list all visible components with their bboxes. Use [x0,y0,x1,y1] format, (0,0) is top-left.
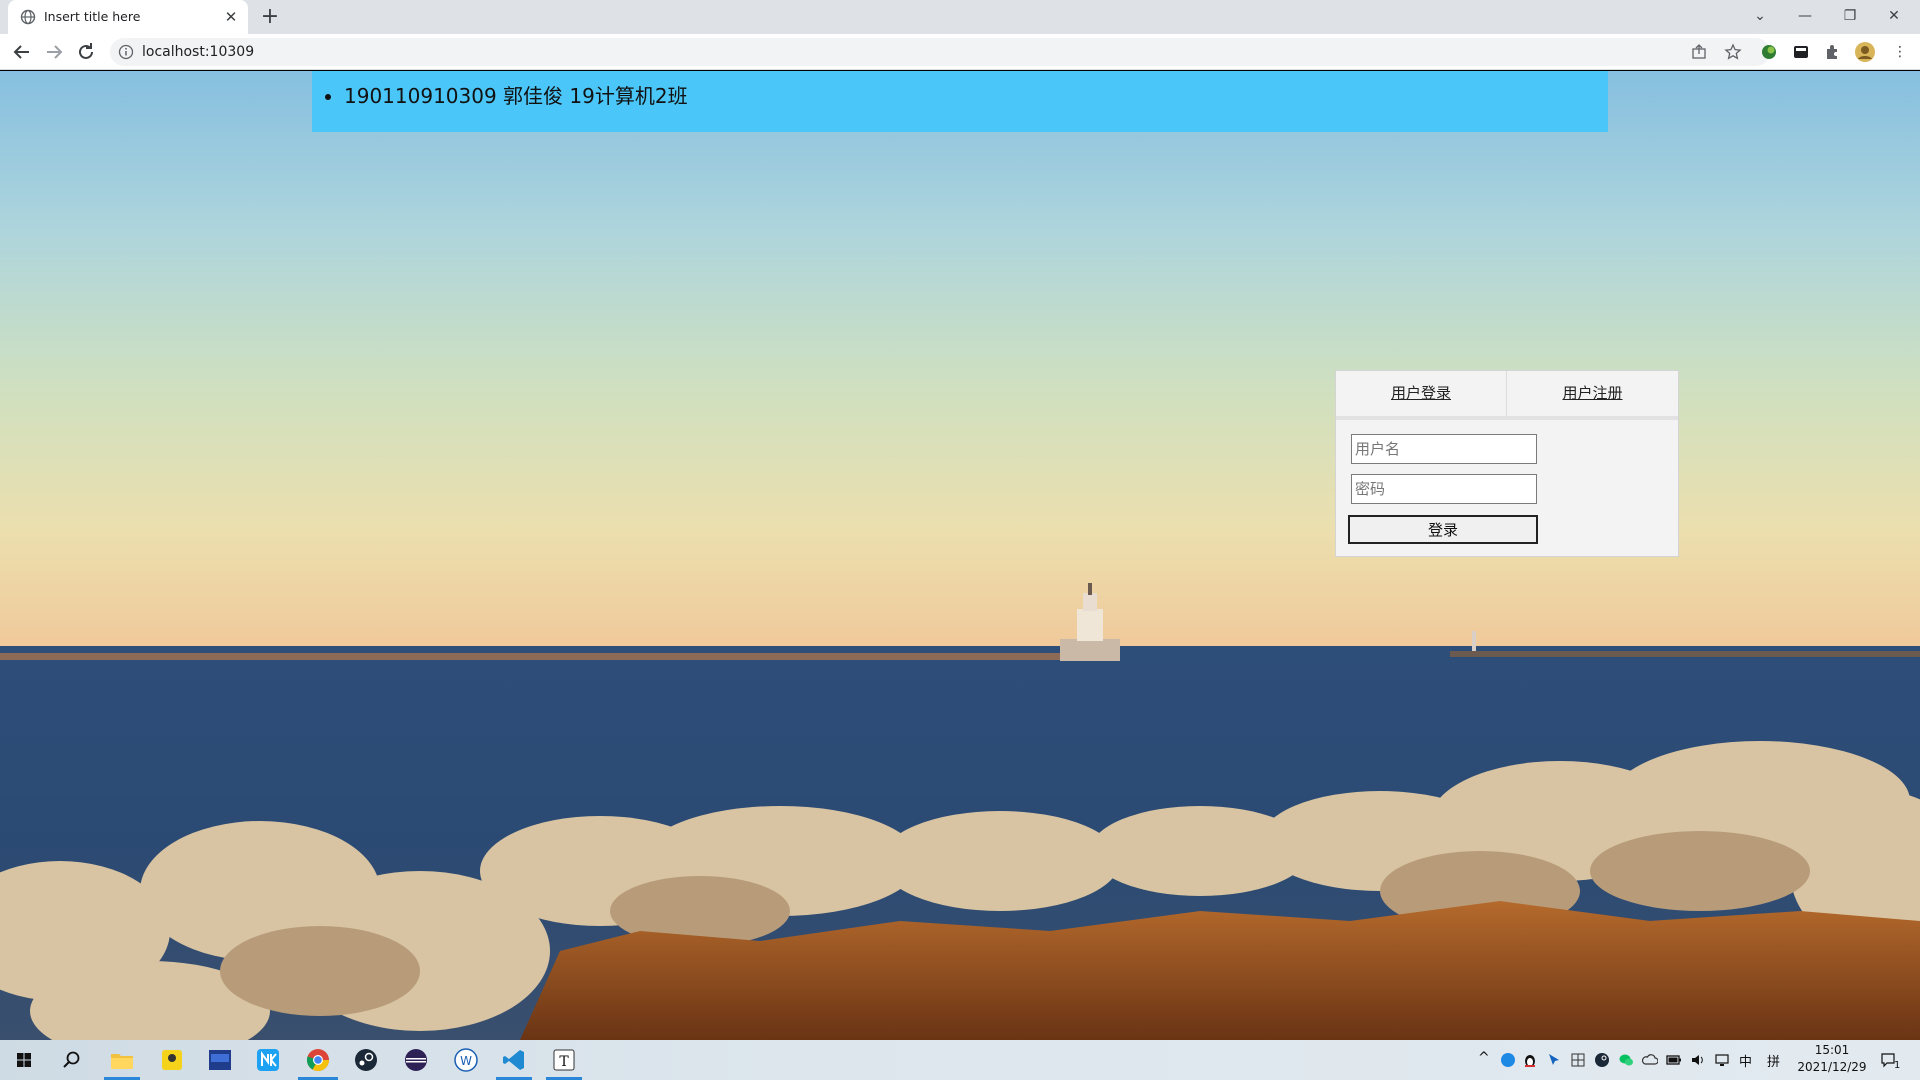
notification-count-badge: 1 [1894,1060,1901,1071]
network-icon[interactable] [1714,1052,1730,1068]
volume-icon[interactable] [1690,1052,1706,1068]
tab-search-icon[interactable]: ⌄ [1748,4,1772,28]
restore-icon[interactable]: ❐ [1838,4,1862,28]
vscode-icon[interactable] [500,1046,528,1074]
nk-app-icon[interactable] [254,1046,282,1074]
login-tab-bar: 用户登录 用户注册 [1336,371,1678,420]
clock-time: 15:01 [1814,1043,1850,1057]
share-icon[interactable] [1690,43,1708,61]
extension-gem-icon[interactable] [1758,41,1780,63]
minimize-icon[interactable]: — [1793,4,1817,28]
steam-icon[interactable] [352,1046,380,1074]
browser-tab-strip: Insert title here ✕ + ⌄ — ❐ ✕ [0,0,1920,34]
search-icon[interactable] [58,1046,86,1074]
forward-icon[interactable] [42,40,66,64]
reload-icon[interactable] [74,40,98,64]
extensions-puzzle-icon[interactable] [1822,41,1844,63]
svg-text:W: W [460,1054,472,1068]
system-clock[interactable]: 15:01 2021/12/29 [1792,1042,1872,1076]
extension-dark-icon[interactable] [1790,41,1812,63]
page-viewport: 190110910309 郭佳俊 19计算机2班 用户登录 用户注册 登录 [0,71,1920,1040]
password-input[interactable] [1351,474,1537,504]
ime-mode-label[interactable]: 中 [1739,1051,1752,1070]
word-app-icon[interactable]: W [452,1046,480,1074]
header-list: 190110910309 郭佳俊 19计算机2班 [312,71,1608,109]
header-bar: 190110910309 郭佳俊 19计算机2班 [312,71,1608,132]
student-info-item: 190110910309 郭佳俊 19计算机2班 [344,80,1608,109]
tray-app-blue-icon[interactable] [1500,1052,1516,1068]
browser-tab[interactable]: Insert title here ✕ [8,0,248,34]
eclipse-icon[interactable] [402,1046,430,1074]
tray-cursor-icon[interactable] [1546,1052,1562,1068]
login-button[interactable]: 登录 [1348,515,1538,544]
back-icon[interactable] [10,40,34,64]
wechat-icon[interactable] [1618,1052,1634,1068]
onedrive-cloud-icon[interactable] [1642,1052,1658,1068]
window-close-icon[interactable]: ✕ [1882,4,1906,28]
clock-date: 2021/12/29 [1797,1060,1867,1074]
profile-avatar-icon[interactable] [1854,41,1876,63]
tab-title: Insert title here [44,9,141,24]
close-tab-icon[interactable]: ✕ [222,8,240,26]
typora-icon[interactable]: T [550,1046,578,1074]
input-layout-label[interactable]: 拼 [1767,1051,1780,1070]
dev-cpp-icon[interactable] [206,1046,234,1074]
qq-penguin-icon[interactable] [1522,1052,1538,1068]
battery-icon[interactable] [1666,1052,1682,1068]
login-panel: 用户登录 用户注册 登录 [1335,370,1679,557]
windows-taskbar: W T ^ 中 拼 15:01 2021/12/29 1 [0,1040,1920,1080]
tray-grid-icon[interactable] [1570,1052,1586,1068]
globe-icon [20,9,36,25]
browser-menu-icon[interactable]: ⋮ [1888,40,1912,64]
file-explorer-icon[interactable] [108,1046,136,1074]
url-text[interactable]: localhost:10309 [142,44,254,60]
browser-toolbar: localhost:10309 ⋮ [0,34,1920,70]
tab-user-login[interactable]: 用户登录 [1336,371,1507,416]
new-tab-icon[interactable]: + [258,5,282,29]
tray-steam-icon[interactable] [1594,1052,1610,1068]
info-icon[interactable] [118,44,134,60]
show-hidden-icons-icon[interactable]: ^ [1478,1050,1490,1066]
chrome-icon[interactable] [304,1046,332,1074]
windows-start-icon[interactable] [10,1046,38,1074]
username-input[interactable] [1351,434,1537,464]
media-player-icon[interactable] [158,1046,186,1074]
tab-user-register[interactable]: 用户注册 [1507,371,1678,416]
bookmark-star-icon[interactable] [1724,43,1742,61]
address-bar[interactable]: localhost:10309 [110,38,1770,66]
svg-text:T: T [559,1054,569,1070]
